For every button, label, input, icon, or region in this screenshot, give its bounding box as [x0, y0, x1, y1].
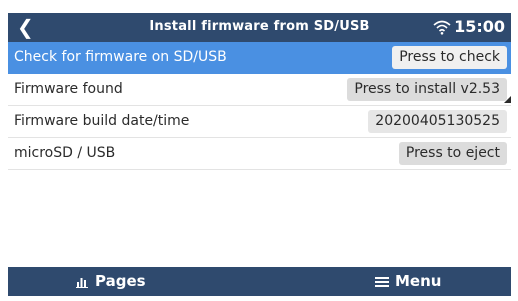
wifi-icon: [433, 20, 451, 35]
bottom-bar: Pages Menu: [8, 267, 511, 296]
hamburger-menu-icon: [375, 276, 389, 287]
firmware-build-date-row: Firmware build date/time 20200405130525: [8, 106, 511, 138]
firmware-build-date-label: Firmware build date/time: [14, 113, 190, 129]
check-firmware-row[interactable]: Check for firmware on SD/USB Press to ch…: [8, 42, 511, 74]
press-to-install-button[interactable]: Press to install v2.53: [347, 78, 507, 101]
scroll-indicator-icon: [504, 96, 511, 103]
title-bar: ❮ Install firmware from SD/USB 15:00: [8, 13, 511, 42]
pages-button[interactable]: Pages: [76, 267, 146, 296]
menu-label: Menu: [395, 272, 442, 290]
clock: 15:00: [454, 17, 505, 36]
press-to-check-button[interactable]: Press to check: [392, 46, 507, 69]
firmware-build-date-value: 20200405130525: [368, 110, 507, 133]
microsd-usb-row[interactable]: microSD / USB Press to eject: [8, 138, 511, 170]
press-to-eject-button[interactable]: Press to eject: [398, 142, 507, 165]
firmware-found-label: Firmware found: [14, 81, 123, 97]
bar-chart-icon: [76, 277, 88, 288]
firmware-found-row[interactable]: Firmware found Press to install v2.53: [8, 74, 511, 106]
menu-button[interactable]: Menu: [375, 267, 441, 296]
firmware-install-screen: ❮ Install firmware from SD/USB 15:00 Che…: [8, 13, 511, 296]
pages-label: Pages: [95, 272, 146, 290]
microsd-usb-label: microSD / USB: [14, 145, 116, 161]
check-firmware-label: Check for firmware on SD/USB: [14, 49, 227, 65]
